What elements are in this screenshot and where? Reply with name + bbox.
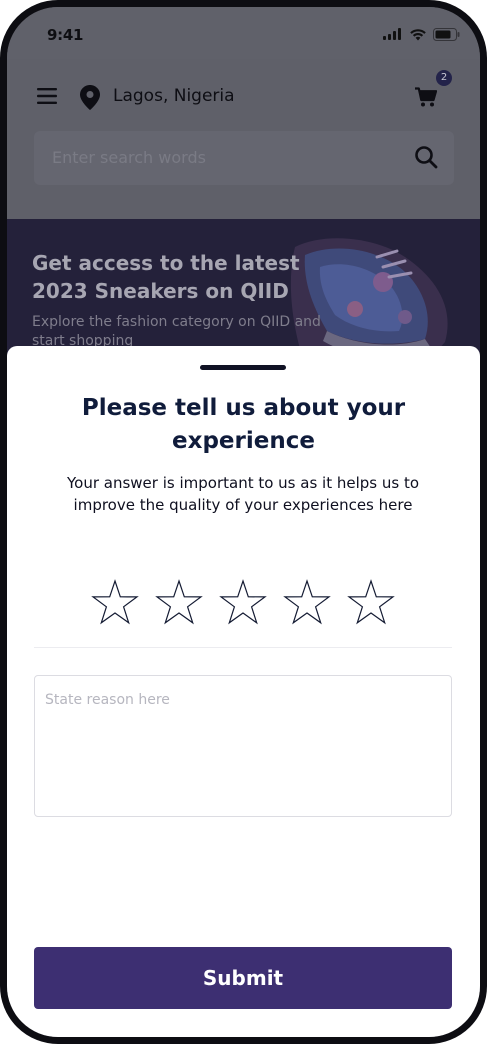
cart-count-badge: 2 xyxy=(436,70,452,86)
star-1-icon[interactable] xyxy=(90,578,140,628)
search-placeholder: Enter search words xyxy=(52,148,206,167)
sheet-title: Please tell us about your experience xyxy=(81,395,406,454)
sheet-drag-handle[interactable] xyxy=(200,365,286,370)
battery-icon xyxy=(433,27,460,41)
submit-button[interactable]: Submit xyxy=(34,947,452,1009)
screen: 9:41 Lagos, Nigeria 2 Enter search words… xyxy=(7,7,480,1037)
promo-title: Get access to the latest 2023 Sneakers o… xyxy=(32,251,300,303)
cart-button[interactable]: 2 xyxy=(410,70,452,119)
search-bar[interactable]: Enter search words xyxy=(34,131,454,185)
cart-icon xyxy=(415,87,437,107)
phone-frame: 9:41 Lagos, Nigeria 2 Enter search words… xyxy=(0,0,487,1044)
search-icon[interactable] xyxy=(414,145,438,169)
status-time: 9:41 xyxy=(47,26,84,44)
wifi-icon xyxy=(410,28,426,40)
status-icons xyxy=(383,27,460,41)
star-rating xyxy=(90,578,400,628)
status-bar: 9:41 xyxy=(7,7,480,59)
star-2-icon[interactable] xyxy=(154,578,204,628)
star-3-icon[interactable] xyxy=(218,578,268,628)
sheet-description: Your answer is important to us as it hel… xyxy=(66,474,420,514)
location-pin-icon xyxy=(80,85,100,110)
feedback-sheet: Please tell us about your experience You… xyxy=(7,346,480,1037)
star-4-icon[interactable] xyxy=(282,578,332,628)
location-label[interactable]: Lagos, Nigeria xyxy=(113,86,235,106)
menu-icon[interactable] xyxy=(37,88,57,104)
divider xyxy=(34,647,452,648)
app-header: Lagos, Nigeria 2 Enter search words xyxy=(7,59,480,219)
star-5-icon[interactable] xyxy=(346,578,396,628)
signal-icon xyxy=(383,28,401,40)
reason-textarea[interactable] xyxy=(34,675,452,817)
